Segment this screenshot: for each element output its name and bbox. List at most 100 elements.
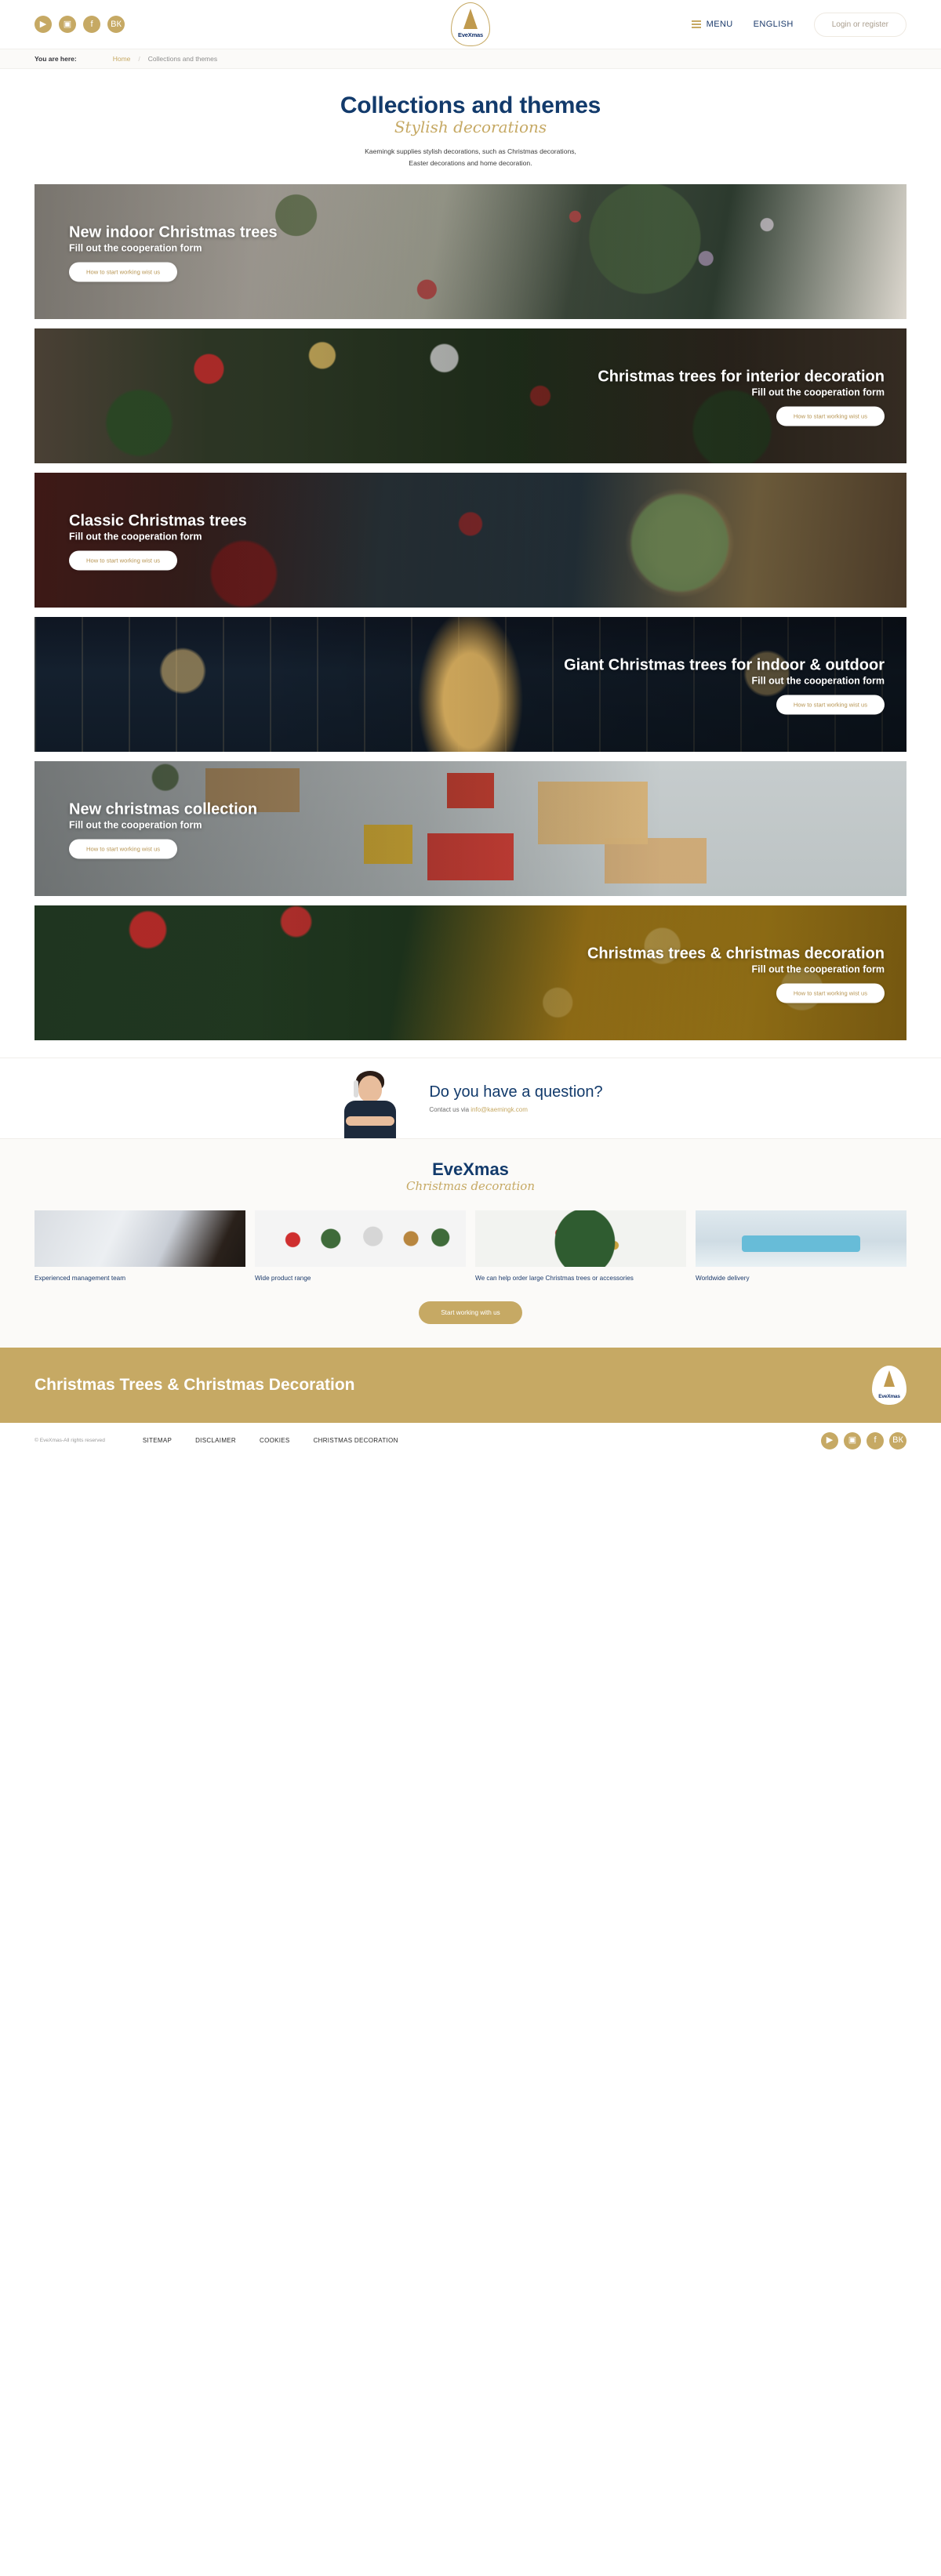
banner-list: New indoor Christmas trees Fill out the c… bbox=[0, 181, 941, 1041]
footer-banner: Christmas Trees & Christmas Decoration E… bbox=[0, 1347, 941, 1423]
question-title: Do you have a question? bbox=[429, 1083, 603, 1101]
banner-content: Giant Christmas trees for indoor & outdo… bbox=[564, 657, 885, 715]
banner-subtitle: Fill out the cooperation form bbox=[751, 963, 885, 975]
footer-link[interactable]: SITEMAP bbox=[143, 1437, 172, 1444]
contact-prefix: Contact us via bbox=[429, 1106, 471, 1114]
banner-2: Christmas trees for interior decoration F… bbox=[35, 328, 906, 464]
banner-content: Classic Christmas trees Fill out the coop… bbox=[69, 513, 247, 571]
banner-cta-button[interactable]: How to start working wist us bbox=[776, 983, 885, 1003]
banner-title: Christmas trees for interior decoration bbox=[598, 368, 885, 386]
hamburger-icon bbox=[691, 20, 701, 28]
page-root: ▶ ▣ f ВК EveXmas MENU ENGLISH Login or regi… bbox=[0, 0, 941, 1459]
footer-links: SITEMAP DISCLAIMER COOKIES CHRISTMAS DECORA… bbox=[143, 1437, 398, 1444]
headset-icon bbox=[354, 1080, 359, 1098]
banner-content: Christmas trees for interior decoration F… bbox=[598, 368, 885, 426]
footer-link[interactable]: COOKIES bbox=[260, 1437, 290, 1444]
banner-content: New indoor Christmas trees Fill out the c… bbox=[69, 224, 278, 282]
instagram-icon[interactable]: ▣ bbox=[59, 16, 76, 33]
banner-cta-button[interactable]: How to start working wist us bbox=[776, 406, 885, 426]
banner-title: New christmas collection bbox=[69, 800, 258, 818]
feature-card[interactable]: Wide product range bbox=[255, 1210, 466, 1284]
page-description: Kaemingk supplies stylish decorations, s… bbox=[0, 146, 941, 169]
banner-content: Christmas trees & christmas decoration Fi… bbox=[587, 945, 885, 1003]
facebook-icon[interactable]: f bbox=[867, 1431, 884, 1449]
header-nav: MENU ENGLISH Login or register bbox=[691, 12, 906, 37]
footer-bottom-bar: © EveXmas-All rights reserved SITEMAP DIS… bbox=[0, 1422, 941, 1459]
breadcrumb-current: Collections and themes bbox=[147, 55, 218, 63]
banner-6: Christmas trees & christmas decoration Fi… bbox=[35, 905, 906, 1041]
tree-icon bbox=[884, 1370, 895, 1387]
support-agent-avatar bbox=[338, 1071, 402, 1139]
feature-card[interactable]: Experienced management team bbox=[35, 1210, 245, 1284]
banner-content: New christmas collection Fill out the coo… bbox=[69, 801, 257, 859]
feature-caption: We can help order large Christmas trees … bbox=[475, 1275, 634, 1283]
question-band: Do you have a question? Contact us via i… bbox=[0, 1058, 941, 1140]
facebook-icon[interactable]: f bbox=[83, 16, 100, 33]
question-text: Do you have a question? Contact us via i… bbox=[429, 1083, 602, 1113]
logo-wordmark: EveXmas bbox=[458, 31, 483, 38]
copyright-text: © EveXmas-All rights reserved bbox=[35, 1438, 105, 1444]
banner-cta-button[interactable]: How to start working wist us bbox=[776, 695, 885, 715]
footer-link[interactable]: DISCLAIMER bbox=[195, 1437, 236, 1444]
page-title: Collections and themes bbox=[340, 93, 601, 118]
banner-cta-button[interactable]: How to start working wist us bbox=[69, 550, 178, 571]
feature-card[interactable]: We can help order large Christmas trees … bbox=[475, 1210, 686, 1284]
banner-1: New indoor Christmas trees Fill out the c… bbox=[35, 184, 906, 320]
language-switcher[interactable]: ENGLISH bbox=[754, 20, 794, 29]
banner-subtitle: Fill out the cooperation form bbox=[69, 819, 202, 831]
banner-title: New indoor Christmas trees bbox=[69, 223, 278, 241]
question-contact: Contact us via info@kaemingk.com bbox=[429, 1106, 602, 1113]
youtube-icon[interactable]: ▶ bbox=[821, 1431, 838, 1449]
banner-cta-button[interactable]: How to start working wist us bbox=[69, 839, 178, 859]
brand-name: EveXmas bbox=[432, 1159, 509, 1180]
login-register-button[interactable]: Login or register bbox=[813, 12, 906, 37]
banner-subtitle: Fill out the cooperation form bbox=[69, 242, 202, 254]
contact-email-link[interactable]: info@kaemingk.com bbox=[470, 1106, 528, 1113]
avatar-head bbox=[358, 1076, 383, 1103]
header-social-links: ▶ ▣ f ВК bbox=[35, 16, 125, 33]
footer-logo[interactable]: EveXmas bbox=[872, 1365, 906, 1405]
banner-cta-button[interactable]: How to start working wist us bbox=[69, 262, 178, 282]
footer-social-links: ▶ ▣ f ВК bbox=[821, 1431, 906, 1449]
menu-button[interactable]: MENU bbox=[691, 20, 733, 29]
banner-title: Classic Christmas trees bbox=[69, 512, 247, 530]
brand-tagline: Christmas decoration bbox=[405, 1179, 535, 1194]
youtube-icon[interactable]: ▶ bbox=[35, 16, 52, 33]
start-working-button[interactable]: Start working with us bbox=[419, 1301, 522, 1324]
feature-caption: Worldwide delivery bbox=[696, 1275, 750, 1283]
logo-egg-shape: EveXmas bbox=[451, 2, 490, 46]
avatar-arms bbox=[346, 1116, 395, 1127]
page-subtitle: Stylish decorations bbox=[394, 118, 547, 136]
footer-title: Christmas Trees & Christmas Decoration bbox=[35, 1375, 355, 1394]
site-header: ▶ ▣ f ВК EveXmas MENU ENGLISH Login or regi… bbox=[0, 0, 941, 49]
banner-5: New christmas collection Fill out the coo… bbox=[35, 761, 906, 897]
banner-subtitle: Fill out the cooperation form bbox=[69, 531, 202, 542]
feature-caption: Wide product range bbox=[255, 1275, 311, 1283]
page-header: Collections and themes Stylish decoratio… bbox=[0, 69, 941, 181]
banner-title: Giant Christmas trees for indoor & outdo… bbox=[564, 656, 885, 674]
instagram-icon[interactable]: ▣ bbox=[844, 1431, 861, 1449]
feature-caption: Experienced management team bbox=[35, 1275, 126, 1283]
menu-label: MENU bbox=[706, 20, 733, 29]
feature-thumbnail bbox=[35, 1210, 245, 1268]
banner-4: Giant Christmas trees for indoor & outdo… bbox=[35, 617, 906, 753]
banner-3: Classic Christmas trees Fill out the coop… bbox=[35, 473, 906, 608]
breadcrumb: You are here: Home / Collections and the… bbox=[0, 49, 941, 69]
breadcrumb-home-link[interactable]: Home bbox=[113, 55, 131, 63]
tree-icon bbox=[463, 9, 478, 29]
page-description-line2: Easter decorations and home decoration. bbox=[409, 158, 532, 167]
banner-title: Christmas trees & christmas decoration bbox=[587, 945, 885, 963]
banner-subtitle: Fill out the cooperation form bbox=[751, 675, 885, 687]
breadcrumb-separator: / bbox=[138, 55, 140, 63]
vk-icon[interactable]: ВК bbox=[107, 16, 125, 33]
vk-icon[interactable]: ВК bbox=[889, 1431, 906, 1449]
feature-thumbnail bbox=[696, 1210, 906, 1268]
feature-card[interactable]: Worldwide delivery bbox=[696, 1210, 906, 1284]
feature-thumbnail bbox=[475, 1210, 686, 1268]
footer-logo-wordmark: EveXmas bbox=[878, 1393, 900, 1399]
page-description-line1: Kaemingk supplies stylish decorations, s… bbox=[365, 147, 576, 155]
site-logo[interactable]: EveXmas bbox=[449, 2, 492, 47]
feature-thumbnail bbox=[255, 1210, 466, 1268]
footer-link[interactable]: CHRISTMAS DECORATION bbox=[314, 1437, 398, 1444]
brand-section: EveXmas Christmas decoration Experienced… bbox=[0, 1139, 941, 1348]
